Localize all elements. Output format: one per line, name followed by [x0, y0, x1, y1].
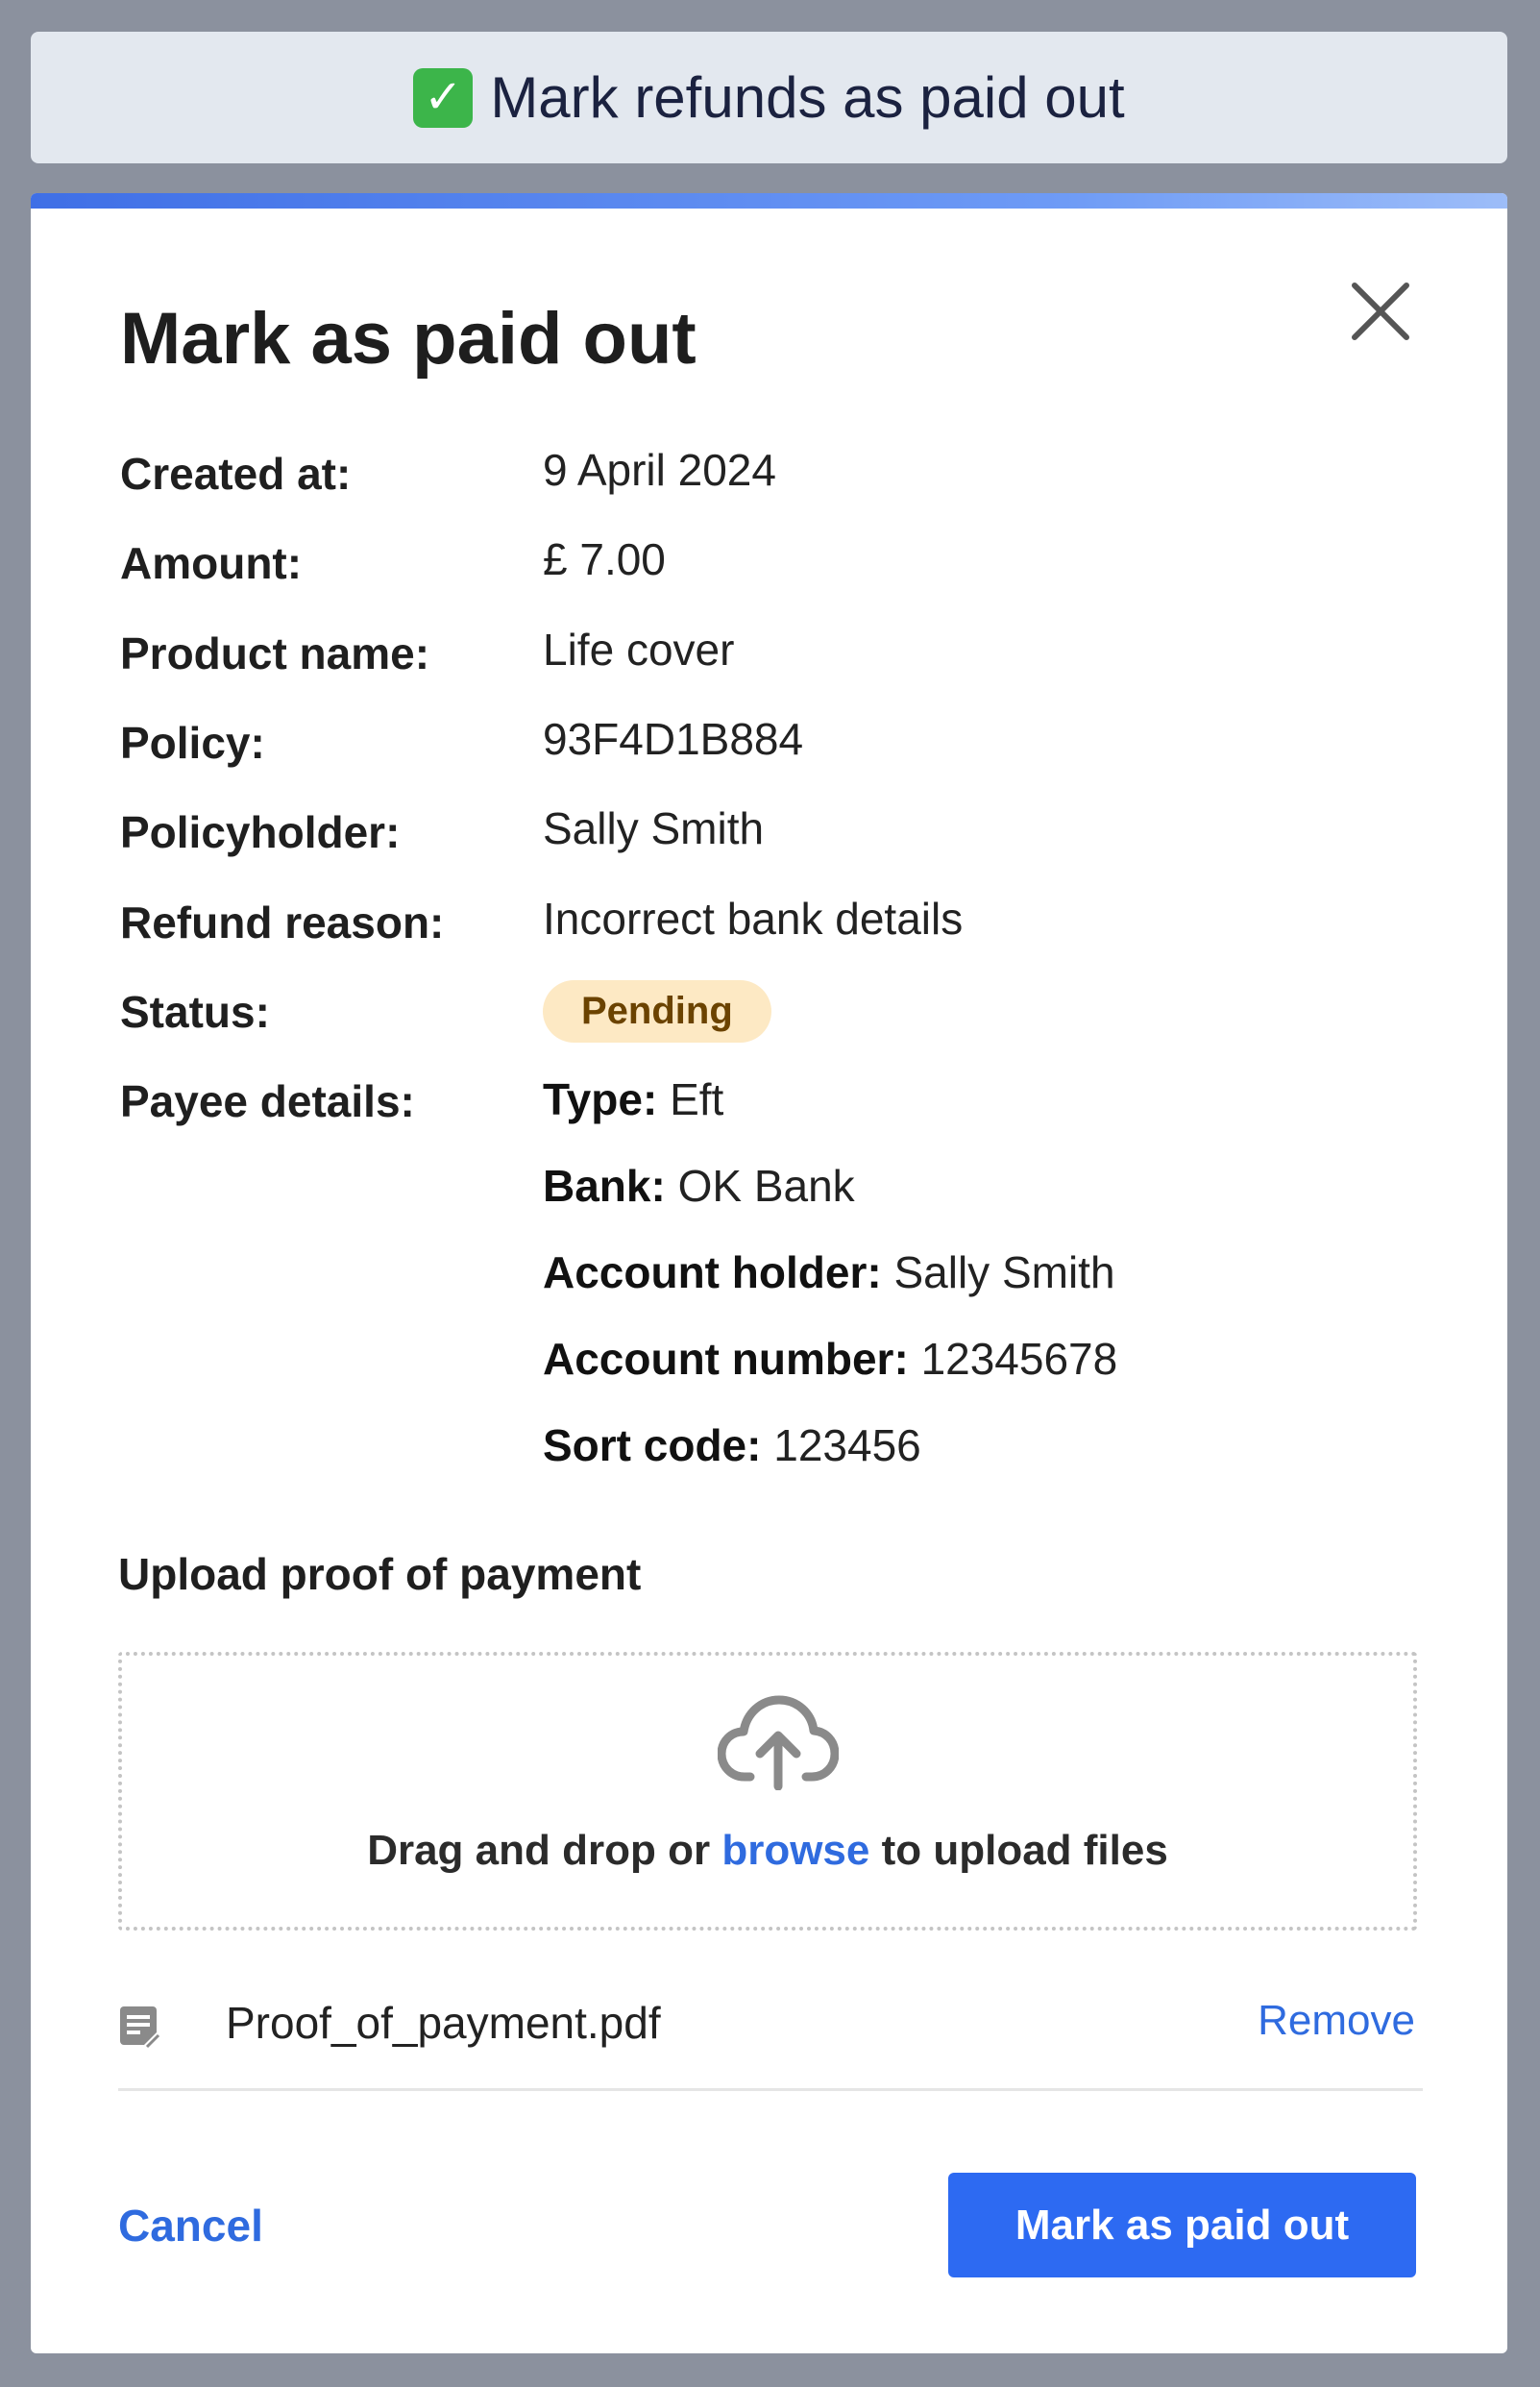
dropzone-text: Drag and drop or browse to upload files [122, 1827, 1413, 1875]
payee-account-holder: Account holder: Sally Smith [543, 1246, 1115, 1298]
payee-holder-value: Sally Smith [893, 1247, 1115, 1297]
field-value: Incorrect bank details [543, 894, 964, 944]
payee-sort-code: Sort code: 123456 [543, 1419, 921, 1471]
file-name: Proof_of_payment.pdf [226, 1998, 661, 2048]
field-value: £ 7.00 [543, 534, 666, 584]
field-label: Policyholder: [120, 807, 401, 857]
dropzone-text-after: to upload files [869, 1827, 1168, 1874]
field-created-at: Created at: 9 April 2024 [120, 445, 1446, 515]
field-label: Payee details: [120, 1076, 415, 1126]
uploaded-file-row: Proof_of_payment.pdf Remove [118, 1976, 1423, 2091]
payee-account-label: Account number: [543, 1334, 909, 1384]
payee-account-value: 12345678 [920, 1334, 1118, 1384]
payee-sort-value: 123456 [773, 1420, 921, 1470]
field-product-name: Product name: Life cover [120, 625, 1446, 695]
close-icon [1352, 283, 1409, 340]
browse-link[interactable]: browse [721, 1827, 869, 1874]
payee-account-number: Account number: 12345678 [543, 1333, 1117, 1385]
modal-title: Mark as paid out [120, 298, 697, 380]
field-status: Status: Pending [120, 980, 1446, 1053]
file-dropzone[interactable]: Drag and drop or browse to upload files [118, 1652, 1417, 1931]
field-label: Refund reason: [120, 898, 445, 947]
field-label: Product name: [120, 628, 430, 678]
payee-holder-label: Account holder: [543, 1247, 882, 1297]
payee-type-label: Type: [543, 1074, 658, 1124]
field-policy: Policy: 93F4D1B884 [120, 714, 1446, 784]
field-refund-reason: Refund reason: Incorrect bank details [120, 894, 1446, 964]
field-value: 9 April 2024 [543, 445, 776, 495]
payee-bank-value: OK Bank [677, 1161, 855, 1211]
field-label: Policy: [120, 718, 265, 768]
mark-paid-modal: Mark as paid out Created at: 9 April 202… [31, 193, 1507, 2353]
policyholder-link[interactable]: Sally Smith [543, 802, 764, 854]
mark-as-paid-out-button[interactable]: Mark as paid out [948, 2173, 1416, 2277]
field-value: Life cover [543, 625, 735, 675]
close-button[interactable] [1347, 278, 1414, 345]
field-label: Created at: [120, 449, 352, 499]
payee-sort-label: Sort code: [543, 1420, 762, 1470]
remove-file-link[interactable]: Remove [1258, 1997, 1415, 2045]
field-label: Status: [120, 987, 270, 1037]
payee-bank-label: Bank: [543, 1161, 666, 1211]
status-badge: Pending [543, 980, 771, 1043]
field-policyholder: Policyholder: Sally Smith [120, 803, 1446, 874]
payee-bank: Bank: OK Bank [543, 1160, 855, 1212]
status-value: Pending [543, 980, 771, 1043]
banner-title: Mark refunds as paid out [490, 65, 1125, 130]
field-label: Amount: [120, 538, 303, 588]
field-payee-details: Payee details: [120, 1075, 1446, 1143]
modal-accent-bar [31, 193, 1507, 209]
policy-link[interactable]: 93F4D1B884 [543, 713, 803, 765]
payee-type: Type: Eft [543, 1073, 723, 1125]
cloud-upload-icon [718, 1695, 839, 1790]
page-banner: ✓ Mark refunds as paid out [31, 32, 1507, 163]
cancel-button[interactable]: Cancel [118, 2200, 263, 2252]
upload-section-title: Upload proof of payment [118, 1549, 642, 1599]
document-icon [120, 2006, 160, 2049]
check-mark-icon: ✓ [413, 67, 474, 128]
dropzone-text-before: Drag and drop or [367, 1827, 722, 1874]
payee-type-value: Eft [670, 1074, 724, 1124]
field-amount: Amount: £ 7.00 [120, 534, 1446, 604]
